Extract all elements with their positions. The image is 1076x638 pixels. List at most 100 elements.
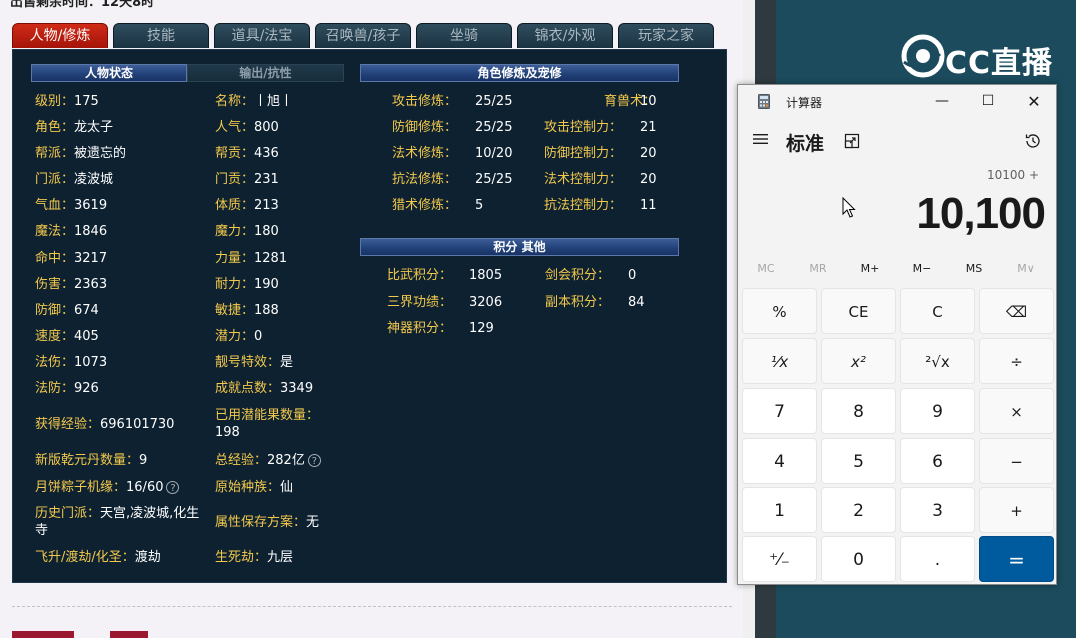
digit-1-button[interactable]: 1 bbox=[742, 487, 817, 533]
stat-row: 伤害：2363 bbox=[35, 277, 108, 292]
stat-row: 帮贡：436 bbox=[215, 146, 279, 161]
divide-button[interactable]: ÷ bbox=[979, 338, 1054, 384]
digit-2-button[interactable]: 2 bbox=[821, 487, 896, 533]
memory-list-button[interactable]: M∨ bbox=[1001, 262, 1051, 275]
tab-character[interactable]: 人物/修炼 bbox=[12, 23, 108, 48]
clear-entry-button[interactable]: CE bbox=[821, 288, 896, 334]
mouse-cursor-icon bbox=[842, 197, 856, 218]
stat-row: 级别：175 bbox=[35, 94, 99, 109]
total-exp-row: 总经验：282亿? bbox=[215, 452, 321, 469]
backspace-button[interactable]: ⌫ bbox=[979, 288, 1054, 334]
calculator-window: 计算器 — ☐ ✕ 标准 10100 + 10,100 MC MR M+ M− … bbox=[737, 84, 1057, 585]
header-character-status[interactable]: 人物状态 bbox=[31, 64, 187, 82]
header-points: 积分 其他 bbox=[360, 238, 679, 256]
stat-row: 耐力：190 bbox=[215, 277, 279, 292]
digit-6-button[interactable]: 6 bbox=[900, 438, 975, 484]
menu-icon[interactable] bbox=[752, 131, 770, 147]
minimize-icon[interactable]: — bbox=[919, 85, 965, 118]
square-button[interactable]: x² bbox=[821, 338, 896, 384]
help-icon[interactable]: ? bbox=[166, 481, 180, 494]
memory-store-button[interactable]: MS bbox=[949, 262, 999, 275]
memory-subtract-button[interactable]: M− bbox=[897, 262, 947, 275]
digit-0-button[interactable]: 0 bbox=[821, 536, 896, 582]
header-output-resistance[interactable]: 输出/抗性 bbox=[187, 64, 344, 82]
stat-row: 防御：674 bbox=[35, 303, 99, 318]
negate-button[interactable]: ⁺⁄₋ bbox=[742, 536, 817, 582]
stat-row: 速度：405 bbox=[35, 329, 99, 344]
points-row: 比武积分： 1805 bbox=[387, 268, 503, 283]
stat-row: 门贡：231 bbox=[215, 172, 279, 187]
keep-on-top-icon[interactable] bbox=[844, 133, 860, 149]
digit-3-button[interactable]: 3 bbox=[900, 487, 975, 533]
square-root-button[interactable]: ²√x bbox=[900, 338, 975, 384]
stat-row: 体质：213 bbox=[215, 198, 279, 213]
stat-row: 力量：1281 bbox=[215, 251, 288, 266]
tab-player-home[interactable]: 玩家之家 bbox=[618, 23, 714, 48]
points-row: 神器积分： 129 bbox=[387, 321, 494, 336]
control-row: 攻击控制力： 21 bbox=[544, 120, 657, 135]
history-sect-row: 历史门派：天宫,凌波城,化生寺 bbox=[35, 506, 200, 538]
tab-summons[interactable]: 召唤兽/孩子 bbox=[315, 23, 411, 48]
control-row: 法术控制力： 20 bbox=[544, 172, 657, 187]
tab-skills[interactable]: 技能 bbox=[113, 23, 209, 48]
stat-row: 成就点数：3349 bbox=[215, 381, 314, 396]
brand-logo-text: CC直播 bbox=[945, 46, 1054, 81]
ascend-row: 飞升/渡劫/化圣：渡劫 bbox=[35, 550, 161, 565]
points-row: 三界功绩： 3206 bbox=[387, 295, 503, 310]
calculator-app-icon bbox=[758, 94, 770, 109]
stat-row: 名称：丨旭丨 bbox=[215, 94, 294, 109]
tab-items[interactable]: 道具/法宝 bbox=[214, 23, 310, 48]
points-row: 副本积分： 84 bbox=[545, 295, 645, 310]
subtract-button[interactable]: − bbox=[979, 438, 1054, 484]
exp-row: 获得经验：696101730 bbox=[35, 417, 175, 432]
digit-8-button[interactable]: 8 bbox=[821, 388, 896, 434]
save-plan-row: 属性保存方案：无 bbox=[215, 515, 320, 530]
stat-row: 法防：926 bbox=[35, 381, 99, 396]
control-row: 防御控制力： 20 bbox=[544, 146, 657, 161]
result-display: 10,100 bbox=[916, 189, 1046, 238]
window-title: 计算器 bbox=[786, 96, 823, 110]
digit-5-button[interactable]: 5 bbox=[821, 438, 896, 484]
web-page: 出售剩余时间：12天8时 人物/修炼 技能 道具/法宝 召唤兽/孩子 坐骑 锦衣… bbox=[0, 0, 743, 638]
buy-button[interactable] bbox=[12, 631, 74, 638]
memory-add-button[interactable]: M+ bbox=[845, 262, 895, 275]
memory-clear-button[interactable]: MC bbox=[741, 262, 791, 275]
reciprocal-button[interactable]: ¹⁄x bbox=[742, 338, 817, 384]
stat-row: 敏捷：188 bbox=[215, 303, 279, 318]
secondary-button[interactable] bbox=[110, 631, 148, 638]
stat-row: 人气：800 bbox=[215, 120, 279, 135]
cultivation-row: 法术修炼： 10/20 bbox=[392, 146, 513, 161]
close-icon[interactable]: ✕ bbox=[1011, 85, 1057, 118]
add-button[interactable]: + bbox=[979, 487, 1054, 533]
control-row: 抗法控制力： 11 bbox=[544, 198, 657, 213]
memory-recall-button[interactable]: MR bbox=[793, 262, 843, 275]
digit-7-button[interactable]: 7 bbox=[742, 388, 817, 434]
percent-button[interactable]: % bbox=[742, 288, 817, 334]
cultivation-row: 防御修炼： 25/25 bbox=[392, 120, 513, 135]
stat-row: 命中：3217 bbox=[35, 251, 108, 266]
clear-button[interactable]: C bbox=[900, 288, 975, 334]
stat-row: 潜力：0 bbox=[215, 329, 263, 344]
points-row: 剑会积分： 0 bbox=[545, 268, 637, 283]
stat-row: 魔力：180 bbox=[215, 224, 279, 239]
help-icon[interactable]: ? bbox=[307, 454, 321, 467]
stat-row: 角色：龙太子 bbox=[35, 120, 114, 135]
stat-row: 气血：3619 bbox=[35, 198, 108, 213]
multiply-button[interactable]: × bbox=[979, 388, 1054, 434]
tab-outfits[interactable]: 锦衣/外观 bbox=[517, 23, 613, 48]
race-row: 原始种族：仙 bbox=[215, 480, 294, 495]
maximize-icon[interactable]: ☐ bbox=[965, 85, 1011, 118]
decimal-button[interactable]: . bbox=[900, 536, 975, 582]
history-icon[interactable] bbox=[1024, 132, 1042, 150]
digit-9-button[interactable]: 9 bbox=[900, 388, 975, 434]
sale-time-remaining: 出售剩余时间：12天8时 bbox=[10, 0, 155, 10]
cultivation-row: 抗法修炼： 25/25 bbox=[392, 172, 513, 187]
digit-4-button[interactable]: 4 bbox=[742, 438, 817, 484]
zongzi-row: 月饼粽子机缘：16/60? bbox=[35, 479, 180, 496]
tab-mounts[interactable]: 坐骑 bbox=[416, 23, 512, 48]
cultivation-row: 攻击修炼： 25/25 bbox=[392, 94, 513, 109]
header-cultivation: 角色修炼及宠修 bbox=[360, 64, 679, 82]
equals-button[interactable]: = bbox=[979, 536, 1054, 582]
stat-row: 魔法：1846 bbox=[35, 224, 108, 239]
memory-row: MC MR M+ M− MS M∨ bbox=[738, 262, 1056, 284]
